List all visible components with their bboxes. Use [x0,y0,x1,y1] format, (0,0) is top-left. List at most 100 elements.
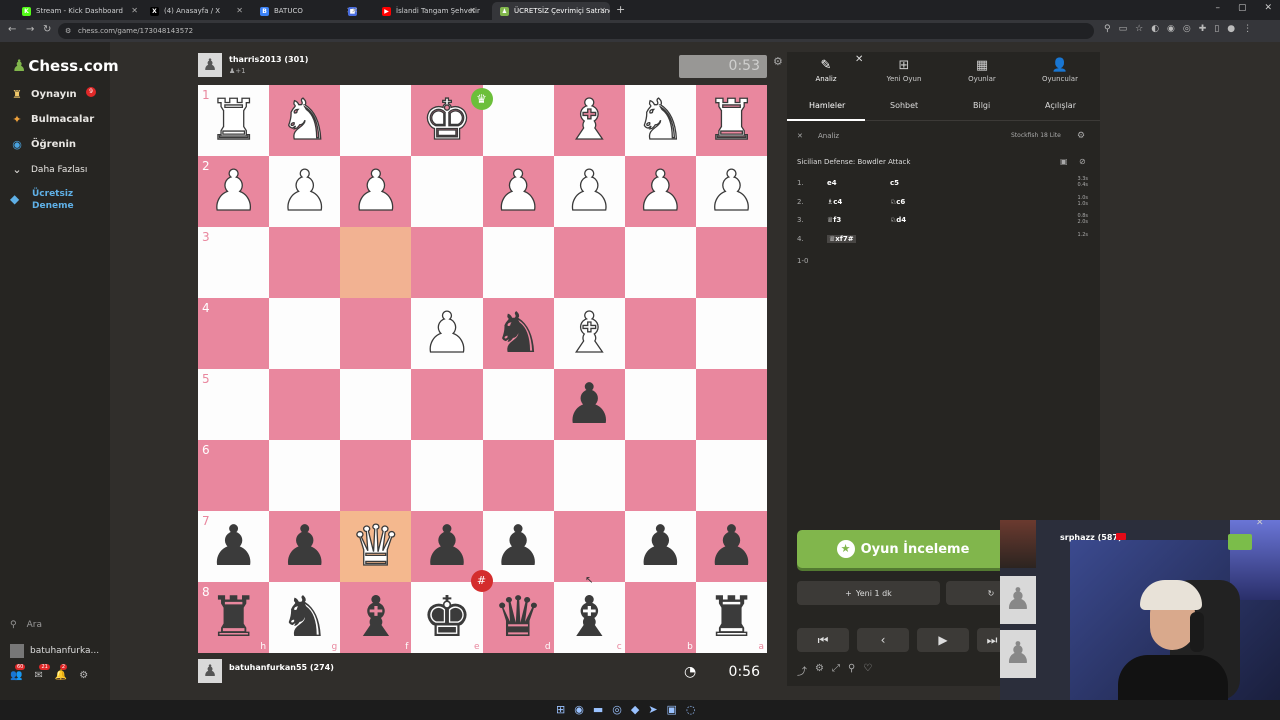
board-square[interactable]: ♟ [624,156,696,227]
board-square[interactable]: 6 [198,440,270,511]
prev-move-button[interactable]: ‹ [857,628,909,652]
board-square[interactable]: 1 ♜ [198,85,270,156]
app-icon[interactable]: ◌ [686,703,696,716]
menu-icon[interactable]: ⋮ [1243,24,1252,34]
close-window-icon[interactable]: ✕ [1264,3,1272,13]
subtab-info[interactable]: Bilgi [973,101,990,110]
board-square[interactable] [624,369,696,440]
black-pawn-piece[interactable]: ♟ [280,518,330,575]
board-square[interactable] [269,227,341,298]
browser-tab[interactable]: ■ ✕ [340,2,362,20]
chrome-icon[interactable]: ◉ [574,703,584,716]
white-pawn-piece[interactable]: ♟ [208,162,260,219]
folder-icon[interactable]: ▬ [593,703,603,716]
white-pawn-piece[interactable]: ♟ [706,162,758,219]
board-square[interactable]: ♝ [553,298,625,369]
black-knight-piece[interactable]: ♞ [493,305,543,362]
board-square[interactable] [340,298,412,369]
maximize-icon[interactable]: ▢ [1238,3,1247,13]
board-square[interactable]: ♚ ♛ [411,85,493,156]
board-square[interactable] [411,156,483,227]
friends-icon[interactable]: 👥 60 [10,664,26,681]
bell-icon[interactable]: 🔔 2 [55,664,67,681]
black-bishop-piece[interactable]: ♝ [351,589,401,646]
messages-icon[interactable]: ✉ 21 [34,664,50,681]
close-tab-icon[interactable]: ✕ [469,6,476,15]
browser-tab[interactable]: X (4) Anasayfa / X ✕ [142,2,247,20]
white-bishop-piece[interactable]: ♝ [563,91,615,148]
minimize-icon[interactable]: – [1215,3,1220,13]
board-square[interactable] [695,440,767,511]
tab-analysis[interactable]: ✎ Analiz [787,58,865,83]
black-pawn-piece[interactable]: ♟ [208,518,258,575]
opponent-avatar[interactable]: ♟ [198,53,222,77]
board-square[interactable]: g ♞ [269,582,341,653]
board-square[interactable]: ♟ [269,511,341,582]
board-square[interactable]: e ♚ # [411,570,493,653]
white-king-piece[interactable]: ♚ [421,91,473,148]
board-square[interactable]: f ♝ [340,582,412,653]
green-button[interactable] [1228,534,1252,550]
close-icon[interactable]: ✕ [1256,520,1264,528]
chess-board[interactable]: 1 ♜ ♞ ♚ ♛ ♝ ♞ ♜ 2 ♟ ♟ ♟ ♟ ♟ ♟ ♟ 3 4 ♟ ♞ ♝ 5 ♟ 6 7 ♟ ♟ ♛ ♟ ♟ ♟ ♟ 8 h ♜ g ♞ f ♝ e… [198,85,767,653]
chesscom-logo[interactable]: ♟ Chess.com [12,56,119,75]
tab-players[interactable]: 👤 Oyuncular [1021,58,1099,83]
zoom-icon[interactable]: ⚲ [848,663,855,678]
white-rook-piece[interactable]: ♜ [208,91,260,148]
white-pawn-piece[interactable]: ♟ [279,162,331,219]
zoom-icon[interactable]: ⚲ [1104,24,1111,34]
subtab-moves[interactable]: Hamleler [809,101,845,110]
url-field[interactable]: ⚙ chess.com/game/173048143572 [58,23,1094,39]
new-tab-button[interactable]: + [616,3,625,16]
board-square[interactable] [482,85,554,156]
sidebar-item-more[interactable]: ⌄ Daha Fazlası [10,163,87,176]
subtab-chat[interactable]: Sohbet [890,101,918,110]
white-bishop-piece[interactable]: ♝ [563,304,615,361]
telegram-icon[interactable]: ➤ [648,703,657,716]
new-1-min-button[interactable]: + Yeni 1 dk [797,581,940,605]
first-move-button[interactable]: ⏮ [797,628,849,652]
board-square[interactable]: ♞ [624,85,696,156]
board-square[interactable] [553,227,625,298]
board-square[interactable] [340,369,412,440]
board-settings-gear-icon[interactable]: ⚙ [773,55,783,68]
sidebar-item-learn[interactable]: ◉ Öğrenin [10,138,76,151]
board-square[interactable] [411,227,483,298]
white-rook-piece[interactable]: ♜ [706,91,758,148]
white-move[interactable]: ♕xf7# [827,234,856,243]
subtab-openings[interactable]: Açılışlar [1045,101,1076,110]
board-square[interactable] [482,227,554,298]
close-analysis-icon[interactable]: ✕ [797,132,803,140]
sidebar-search[interactable]: ⚲ Ara [10,620,42,630]
board-square[interactable] [340,440,412,511]
browser-tab[interactable]: K Stream - Kick Dashboard ✕ [14,2,142,20]
forward-icon[interactable]: → [26,24,34,35]
expand-icon[interactable]: ⤢ [832,663,840,678]
black-pawn-piece[interactable]: ♟ [564,376,614,433]
close-tab-icon[interactable]: ✕ [131,6,138,15]
heart-icon[interactable]: ♡ [863,663,872,678]
board-square[interactable]: ♝ [553,85,625,156]
black-pawn-piece[interactable]: ♟ [493,518,543,575]
puzzle-extensions-icon[interactable]: ✚ [1199,24,1207,34]
board-square[interactable] [340,85,412,156]
bookmark-star-icon[interactable]: ☆ [1135,24,1143,34]
browser-tab[interactable]: ▶ İslandi Tangam Şehvetin Kremi✕ [374,2,480,20]
white-queen-piece[interactable]: ♛ [350,517,402,574]
white-pawn-piece[interactable]: ♟ [563,162,615,219]
board-square[interactable]: a ♜ [695,582,767,653]
sidebar-item-puzzles[interactable]: ✦ Bulmacalar [10,113,94,126]
board-square[interactable] [482,440,554,511]
black-pawn-piece[interactable]: ♟ [422,518,472,575]
tab-new-game[interactable]: ⊞ Yeni Oyun [865,58,943,83]
black-pawn-piece[interactable]: ♟ [635,518,685,575]
extension-icon[interactable]: ◎ [1183,24,1191,34]
reload-icon[interactable]: ↻ [43,24,51,35]
board-square[interactable]: ♟ [482,511,554,582]
board-square[interactable]: d ♛ [482,582,554,653]
white-move[interactable]: e4 [827,179,837,187]
board-square[interactable] [269,298,341,369]
opponent-name[interactable]: tharris2013 (301) [229,55,308,64]
board-square[interactable] [624,440,696,511]
white-move[interactable]: ♕f3 [827,216,841,224]
